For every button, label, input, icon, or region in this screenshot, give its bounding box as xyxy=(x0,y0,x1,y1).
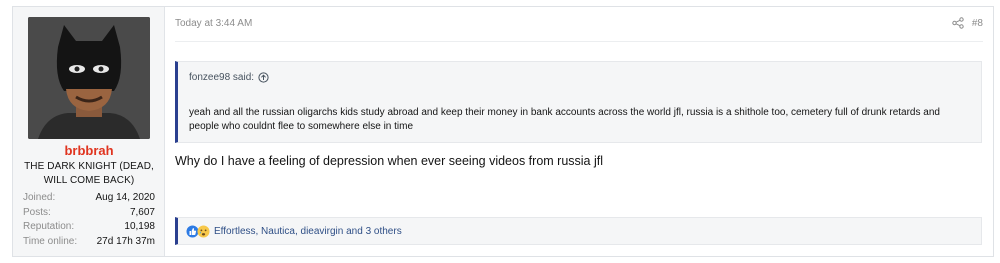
quote-attribution[interactable]: fonzee98 said: xyxy=(189,72,269,83)
reactions-bar[interactable]: Effortless, Nautica, dieavirgin and 3 ot… xyxy=(175,217,982,245)
post-message: Why do I have a feeling of depression wh… xyxy=(175,154,604,168)
stat-value: Aug 14, 2020 xyxy=(95,192,156,203)
stat-time-online: Time online: 27d 17h 37m xyxy=(23,235,155,250)
avatar[interactable] xyxy=(28,17,150,139)
quote-author[interactable]: fonzee98 said: xyxy=(189,72,254,83)
reaction-icons xyxy=(186,225,210,238)
post-number[interactable]: #8 xyxy=(972,18,983,29)
post: brbbrah THE DARK KNIGHT (DEAD, WILL COME… xyxy=(12,6,994,257)
user-info-panel: brbbrah THE DARK KNIGHT (DEAD, WILL COME… xyxy=(13,7,165,256)
post-main: Today at 3:44 AM #8 fonzee98 said: yeah … xyxy=(166,7,993,256)
header-divider xyxy=(175,41,983,42)
post-date[interactable]: Today at 3:44 AM xyxy=(175,18,252,29)
user-title: THE DARK KNIGHT (DEAD, WILL COME BACK) xyxy=(24,161,154,186)
stat-label: Joined: xyxy=(23,192,56,203)
avatar-image xyxy=(28,17,150,139)
username[interactable]: brbbrah xyxy=(13,143,165,158)
stat-reputation: Reputation: 10,198 xyxy=(23,220,155,235)
stat-value: 10,198 xyxy=(124,221,155,232)
stat-label: Posts: xyxy=(23,206,51,218)
stat-label: Time online: xyxy=(23,235,78,247)
quote-block: fonzee98 said: yeah and all the russian … xyxy=(175,61,982,143)
reaction-users-link[interactable]: Effortless, Nautica, dieavirgin and 3 ot… xyxy=(214,226,402,237)
post-header-actions: #8 xyxy=(952,17,983,29)
stat-label: Reputation: xyxy=(23,221,75,232)
user-stats: Joined: Aug 14, 2020 Posts: 7,607 Reputa… xyxy=(23,191,155,249)
stat-value: 27d 17h 37m xyxy=(96,235,155,247)
arrow-up-circle-icon[interactable] xyxy=(258,72,269,83)
stat-posts: Posts: 7,607 xyxy=(23,206,155,221)
share-icon[interactable] xyxy=(952,17,964,29)
stat-joined: Joined: Aug 14, 2020 xyxy=(23,191,155,206)
sad-icon xyxy=(197,225,210,237)
quote-text: yeah and all the russian oligarchs kids … xyxy=(189,107,940,132)
stat-value: 7,607 xyxy=(129,206,155,218)
